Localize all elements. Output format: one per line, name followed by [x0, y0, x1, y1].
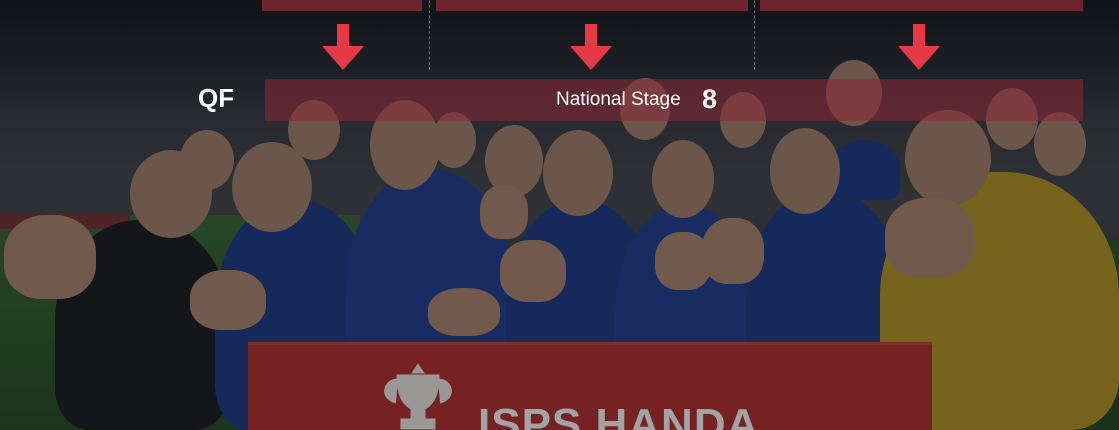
team-celebration-photo: ISPS HANDA	[0, 0, 1119, 430]
bracket-bar	[262, 0, 422, 11]
photo-darken-overlay	[0, 0, 1119, 430]
bracket-bar	[760, 0, 1083, 11]
round-label: QF	[198, 83, 235, 113]
arrow-down-icon	[322, 24, 364, 70]
stage-team-count: 8	[702, 84, 718, 114]
arrow-down-icon	[898, 24, 940, 70]
bracket-divider	[754, 0, 755, 70]
stage-name: National Stage	[556, 89, 681, 110]
bracket-divider	[429, 0, 430, 70]
bracket-bar	[436, 0, 748, 11]
arrow-down-icon	[570, 24, 612, 70]
